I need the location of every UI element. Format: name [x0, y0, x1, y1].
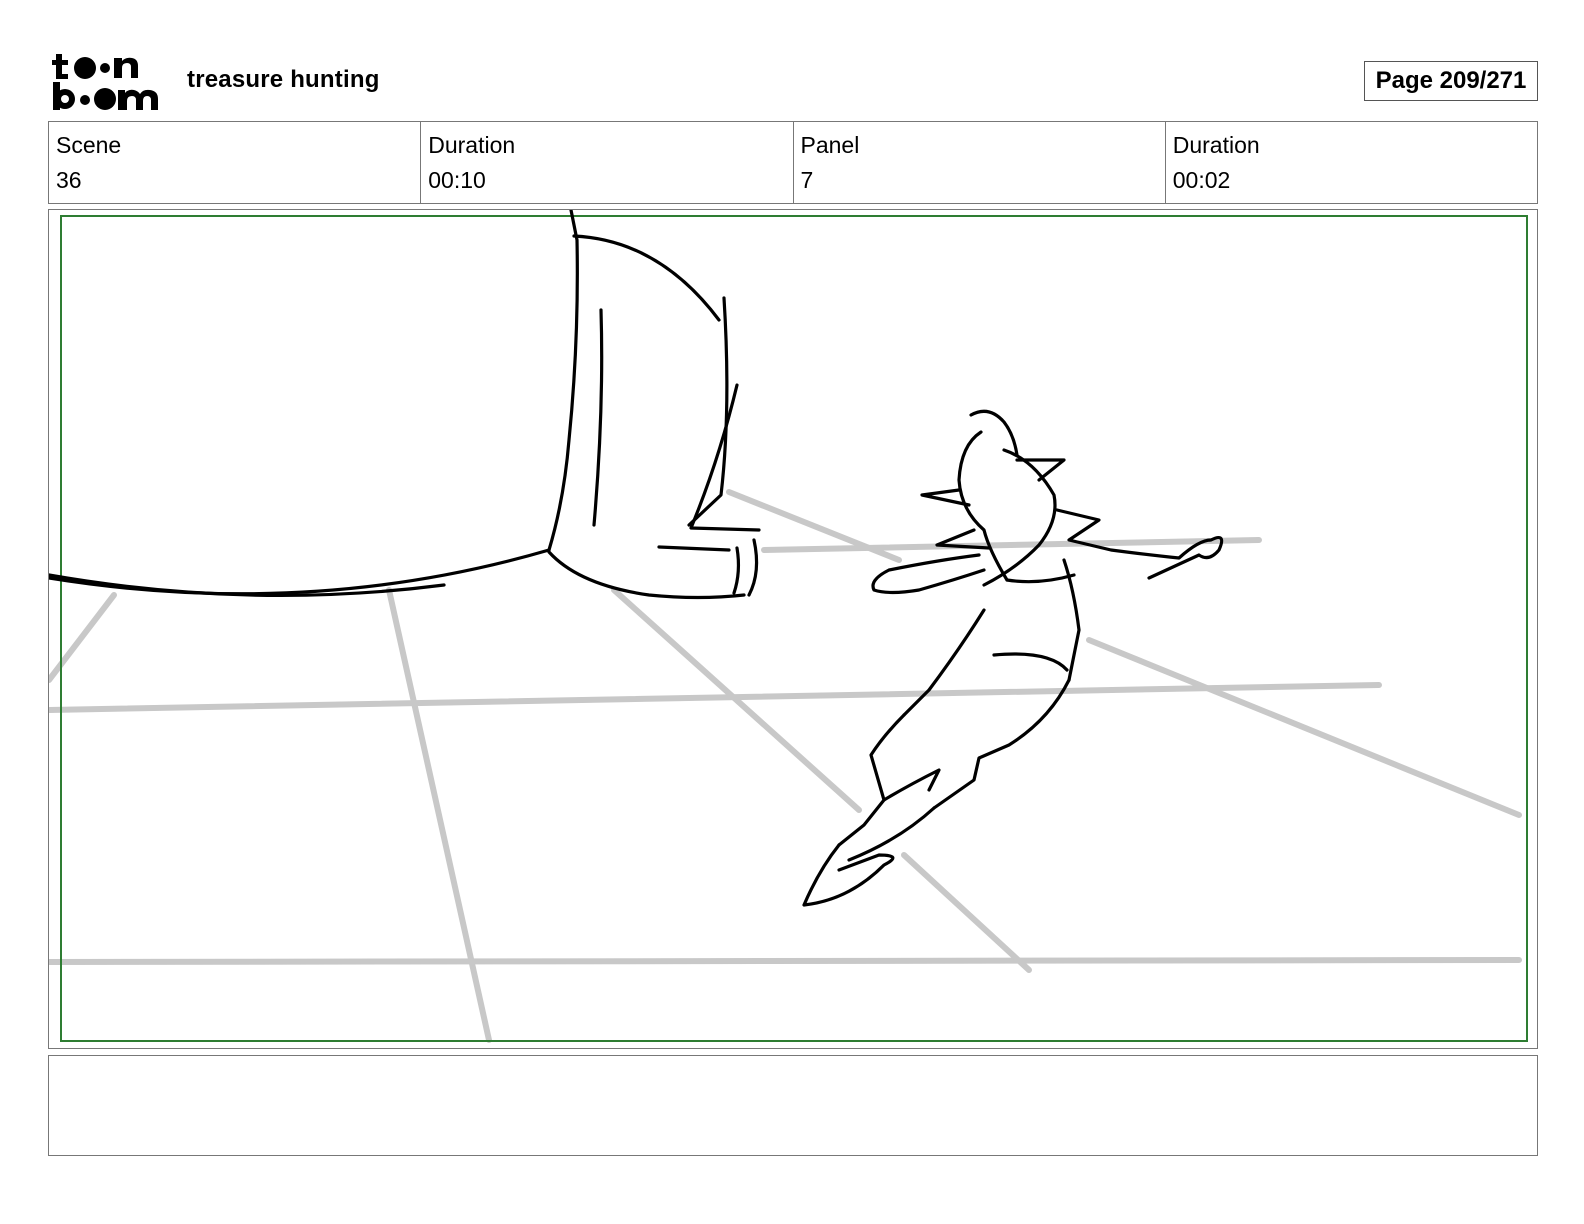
floor-line: [386, 587, 492, 1043]
floor-grid: [49, 489, 1522, 1043]
scene-duration-label: Duration: [428, 132, 516, 158]
panel-duration-label: Duration: [1172, 132, 1260, 158]
panel-notes: [48, 1055, 1538, 1156]
floor-line: [49, 682, 1382, 713]
floor-line: [1086, 637, 1522, 818]
character-sketch: [49, 210, 1224, 907]
scene-value: 36: [56, 167, 82, 193]
panel-drawing: [49, 210, 1528, 1043]
scene-duration-value: 00:10: [428, 167, 486, 193]
floor-line: [901, 852, 1032, 973]
floor-line: [49, 592, 117, 683]
panel-value: 7: [800, 167, 814, 193]
page-number: Page 209/271: [1364, 61, 1538, 101]
floor-line: [49, 957, 1522, 965]
scene-cell: Scene 36: [49, 122, 422, 203]
page-number-label: Page 209/271: [1375, 67, 1527, 94]
panel-info-table: Scene 36 Duration 00:10 Panel 7 Duration…: [48, 121, 1538, 204]
scene-label: Scene: [56, 132, 122, 158]
floor-line: [761, 537, 1262, 553]
project-title: treasure hunting: [187, 66, 380, 93]
panel-duration-cell: Duration 00:02: [1166, 122, 1537, 203]
panel-cell: Panel 7: [794, 122, 1166, 203]
storyboard-panel: [48, 209, 1538, 1049]
safe-frame: [60, 215, 1528, 1042]
toon-boom-logo: [52, 54, 158, 110]
panel-label: Panel: [800, 132, 860, 158]
panel-duration-value: 00:02: [1172, 167, 1231, 193]
scene-duration-cell: Duration 00:10: [421, 122, 794, 203]
